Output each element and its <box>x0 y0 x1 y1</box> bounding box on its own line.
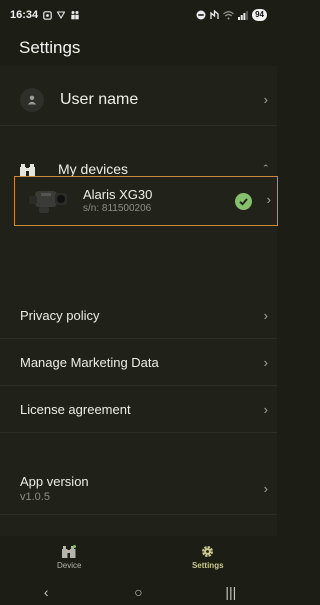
tab-settings[interactable]: Settings <box>139 536 278 578</box>
dnd-icon <box>196 10 206 20</box>
check-icon <box>235 193 252 210</box>
recents-icon[interactable]: ||| <box>211 584 251 600</box>
battery-indicator: 94 <box>252 9 267 21</box>
license-agreement-label: License agreement <box>20 401 131 417</box>
status-right: 94 <box>196 9 267 21</box>
nfc-icon <box>210 10 219 19</box>
system-nav-bar: ‹ ○ ||| <box>0 578 277 605</box>
app-version-label: App version <box>20 474 89 489</box>
device-info: Alaris XG30 s/n: 811500206 <box>83 187 152 215</box>
page-title: Settings <box>0 30 277 66</box>
tab-device[interactable]: Device <box>0 536 139 578</box>
binoculars-icon <box>62 544 77 558</box>
device-thumbnail <box>29 187 69 215</box>
manage-marketing-label: Manage Marketing Data <box>20 354 159 370</box>
user-row[interactable]: User name › <box>0 74 277 126</box>
privacy-policy-row[interactable]: Privacy policy › <box>0 292 277 339</box>
chevron-right-icon: › <box>263 307 268 323</box>
wifi-icon <box>223 10 234 19</box>
privacy-policy-label: Privacy policy <box>20 307 100 323</box>
app-version-info: App version v1.0.5 <box>20 474 89 503</box>
status-bar: 16:34 94 <box>0 0 277 30</box>
vpn-icon <box>57 11 66 19</box>
tab-device-label: Device <box>57 560 82 570</box>
chevron-right-icon: › <box>263 354 268 370</box>
bottom-tab-bar: Device Settings <box>0 536 277 578</box>
manage-marketing-row[interactable]: Manage Marketing Data › <box>0 339 277 386</box>
binoculars-icon <box>20 163 35 176</box>
app-version-row[interactable]: App version v1.0.5 › <box>0 463 277 515</box>
my-devices-label: My devices <box>58 161 129 177</box>
status-time: 16:34 <box>10 9 39 21</box>
chevron-right-icon: › <box>263 92 268 107</box>
app-version-value: v1.0.5 <box>20 491 50 503</box>
person-icon <box>27 95 37 104</box>
device-name: Alaris XG30 <box>83 187 153 202</box>
device-card[interactable]: Alaris XG30 s/n: 811500206 › <box>14 176 278 226</box>
status-left: 16:34 <box>10 9 80 21</box>
user-name-label: User name <box>60 90 139 108</box>
device-serial: s/n: 811500206 <box>83 203 152 214</box>
chevron-right-icon: › <box>266 192 271 207</box>
people-icon <box>71 11 79 20</box>
screenshot-icon <box>43 10 52 20</box>
chevron-right-icon: › <box>263 481 268 496</box>
signal-icon <box>238 10 249 20</box>
gear-icon <box>202 545 214 557</box>
tab-settings-label: Settings <box>191 560 224 570</box>
settings-content: User name › My devices ˆ Alaris XG30 s/n… <box>0 66 278 536</box>
chevron-up-icon[interactable]: ˆ <box>264 162 268 177</box>
chevron-right-icon: › <box>263 401 268 417</box>
home-icon[interactable]: ○ <box>118 584 158 600</box>
avatar <box>20 87 44 112</box>
license-agreement-row[interactable]: License agreement › <box>0 386 277 433</box>
back-icon[interactable]: ‹ <box>26 584 66 600</box>
